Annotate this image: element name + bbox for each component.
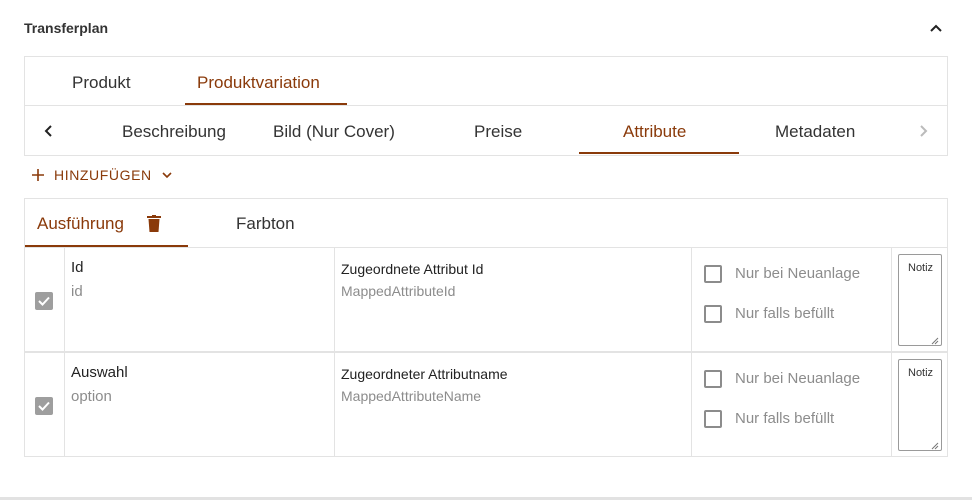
tab-produkt[interactable]: Produkt <box>72 73 131 93</box>
attribute-name: Auswahl <box>71 364 128 381</box>
mapped-attribute-label: Zugeordnete Attribut Id <box>341 261 484 277</box>
chevron-down-icon <box>162 172 172 179</box>
only-new-label: Nur bei Neuanlage <box>735 265 861 282</box>
active-subtab-indicator <box>579 152 739 154</box>
only-filled-label: Nur falls befüllt <box>735 305 835 322</box>
attribute-key: id <box>71 283 83 300</box>
tab-attribute[interactable]: Attribute <box>623 122 686 142</box>
tab-beschreibung[interactable]: Beschreibung <box>122 122 226 142</box>
only-new-checkbox[interactable] <box>704 370 722 388</box>
panel-title: Transferplan <box>24 20 109 36</box>
resize-handle-icon[interactable] <box>931 442 939 450</box>
add-button[interactable]: HINZUFÜGEN <box>30 164 174 186</box>
check-icon <box>38 401 50 411</box>
tab-bild[interactable]: Bild (Nur Cover) <box>273 122 395 142</box>
main-tabs: Produkt Produktvariation <box>24 56 948 106</box>
transferplan-panel: Transferplan Produkt Produktvariation Be… <box>0 0 972 500</box>
only-new-label: Nur bei Neuanlage <box>735 370 861 387</box>
only-filled-checkbox[interactable] <box>704 410 722 428</box>
row-checkbox[interactable] <box>35 397 53 415</box>
note-field[interactable]: Notiz <box>898 359 942 451</box>
table-row: Id id Zugeordnete Attribut Id MappedAttr… <box>24 247 948 352</box>
mapped-attribute-key: MappedAttributeName <box>341 388 482 404</box>
add-button-label: HINZUFÜGEN <box>54 167 152 183</box>
tab-preise[interactable]: Preise <box>474 122 522 142</box>
plus-icon <box>32 169 44 181</box>
mapped-attribute-key: MappedAttributeId <box>341 283 456 299</box>
table-row: Auswahl option Zugeordneter Attributname… <box>24 352 948 457</box>
chevron-right-icon[interactable] <box>913 121 933 141</box>
trash-icon[interactable] <box>147 215 161 232</box>
only-filled-checkbox[interactable] <box>704 305 722 323</box>
row-checkbox[interactable] <box>35 292 53 310</box>
tab-metadaten[interactable]: Metadaten <box>775 122 855 142</box>
only-new-checkbox[interactable] <box>704 265 722 283</box>
tab-farbton[interactable]: Farbton <box>236 214 295 234</box>
note-field[interactable]: Notiz <box>898 254 942 346</box>
attribute-key: option <box>71 388 112 405</box>
mapped-attribute-label: Zugeordneter Attributname <box>341 366 508 382</box>
tab-produktvariation[interactable]: Produktvariation <box>197 73 320 93</box>
tab-ausfuehrung[interactable]: Ausführung <box>37 214 124 234</box>
chevron-left-icon[interactable] <box>39 121 59 141</box>
chevron-up-icon[interactable] <box>926 18 946 38</box>
sub-tabs: Beschreibung Bild (Nur Cover) Preise Att… <box>24 106 948 156</box>
check-icon <box>38 296 50 306</box>
attribute-tabs: Ausführung Farbton <box>24 198 948 248</box>
only-filled-label: Nur falls befüllt <box>735 410 835 427</box>
resize-handle-icon[interactable] <box>931 337 939 345</box>
attribute-name: Id <box>71 259 84 276</box>
